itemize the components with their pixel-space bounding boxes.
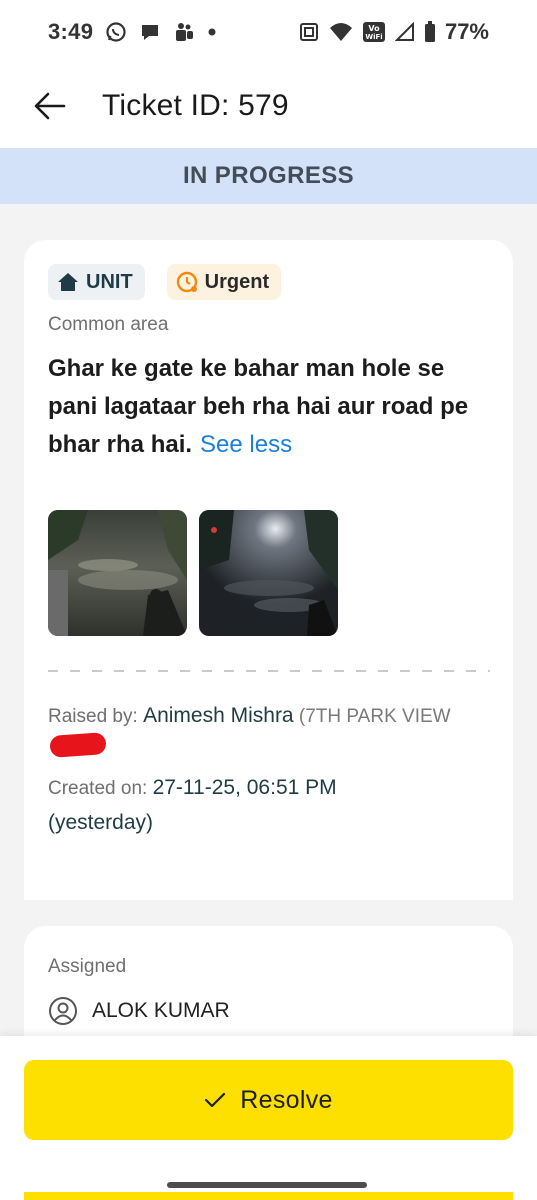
chat-bubble-icon (139, 21, 161, 43)
assignee: ALOK KUMAR (48, 996, 489, 1026)
svg-text:WiFi: WiFi (365, 33, 382, 41)
raised-by-unit: (7TH PARK VIEW (298, 706, 451, 727)
see-less-link[interactable]: See less (200, 431, 292, 458)
dashed-divider (48, 670, 490, 672)
assignee-name: ALOK KUMAR (92, 999, 230, 1022)
ticket-category: Common area (48, 314, 169, 335)
app-header: Ticket ID: 579 (0, 64, 537, 148)
svg-text:Vo: Vo (368, 24, 380, 33)
notification-icons (105, 21, 217, 43)
bottom-action-bar: Resolve (0, 1036, 537, 1200)
wifi-icon (329, 21, 353, 43)
tag-row: UNIT Urgent (48, 264, 489, 300)
user-avatar-icon (49, 997, 77, 1025)
torn-edge (24, 880, 513, 900)
teams-icon (173, 21, 195, 43)
page-title: Ticket ID: 579 (102, 89, 289, 122)
ticket-description: Ghar ke gate ke bahar man hole se pani l… (48, 350, 488, 464)
attachment-photo-1[interactable] (48, 510, 187, 636)
created-on-label: Created on: (48, 778, 148, 799)
status-banner: IN PROGRESS (0, 148, 537, 204)
battery-percent: 77% (444, 19, 489, 44)
unit-tag: UNIT (48, 264, 145, 300)
status-bar: 3:49 Vo WiFi 77% (0, 0, 537, 64)
urgent-tag-label: Urgent (204, 270, 270, 293)
assigned-label: Assigned (48, 956, 127, 977)
unit-tag-label: UNIT (86, 270, 133, 293)
system-icons: Vo WiFi 77% (298, 19, 489, 45)
ticket-card: UNIT Urgent Common area Ghar ke gate ke … (24, 240, 513, 900)
urgent-clock-icon (176, 271, 197, 293)
cell-signal-icon (394, 22, 415, 42)
resolve-button[interactable]: Resolve (24, 1060, 513, 1140)
battery-icon (424, 21, 436, 43)
nfc-icon (298, 21, 320, 43)
urgent-tag: Urgent (166, 264, 282, 300)
home-icon (58, 273, 78, 291)
created-on-relative: (yesterday) (48, 811, 154, 834)
redaction-mark (49, 732, 107, 758)
checkmark-icon (205, 1092, 226, 1108)
attachment-photos (48, 510, 489, 636)
back-arrow-icon[interactable] (30, 86, 70, 126)
created-on-value: 27-11-25, 06:51 PM (152, 776, 337, 799)
dot-icon (207, 27, 217, 37)
raised-by-name: Animesh Mishra (143, 704, 294, 727)
whatsapp-icon (105, 21, 127, 43)
raised-by: Raised by: Animesh Mishra (7TH PARK VIEW (48, 702, 489, 759)
resolve-button-label: Resolve (240, 1085, 333, 1114)
raised-by-label: Raised by: (48, 706, 138, 727)
attachment-photo-2[interactable] (199, 510, 338, 636)
status-time: 3:49 (48, 19, 94, 44)
bottom-yellow-strip (24, 1192, 513, 1200)
volte-icon: Vo WiFi (362, 21, 386, 43)
created-on: Created on: 27-11-25, 06:51 PM (yesterda… (48, 771, 489, 841)
home-indicator[interactable] (167, 1182, 367, 1188)
